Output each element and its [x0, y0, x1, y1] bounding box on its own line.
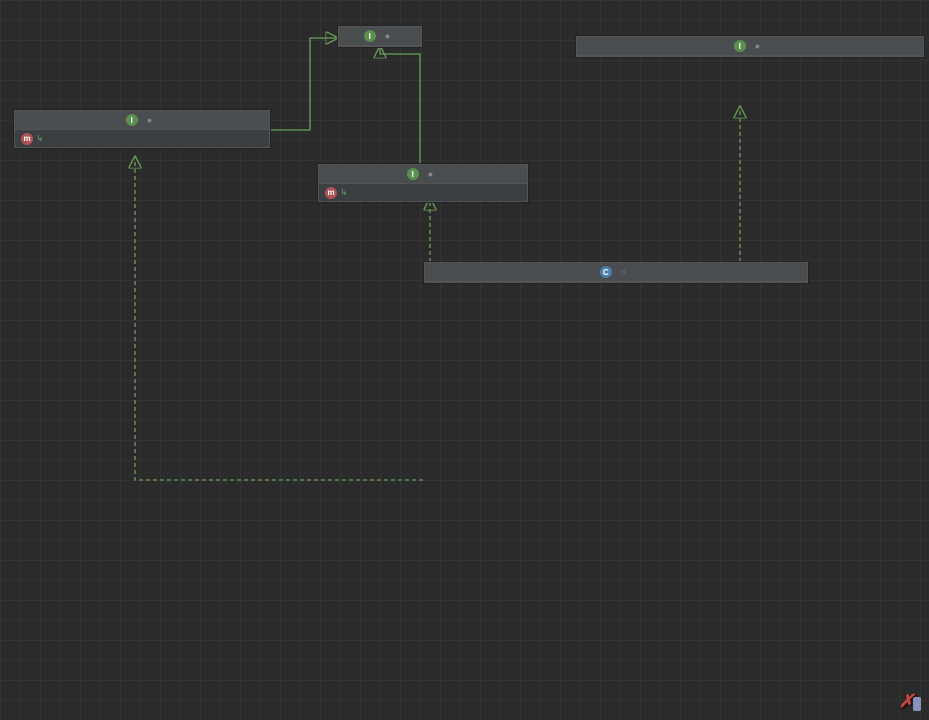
implements-icon: ↳ — [340, 187, 348, 198]
uml-title: I ● — [577, 37, 923, 56]
uml-interface-resourceloaderaware[interactable]: I ● m ↳ — [14, 110, 270, 148]
uml-interface-importbeandefinitionregistrar[interactable]: I ● — [576, 36, 924, 57]
interface-icon: I — [364, 30, 376, 42]
class-icon: C — [600, 266, 612, 278]
watermark-badge — [913, 697, 921, 711]
uml-title: I ● — [319, 165, 527, 184]
uml-members: m ↳ — [15, 130, 269, 147]
interface-icon: I — [126, 114, 138, 126]
uml-interface-aware[interactable]: I ● — [338, 26, 422, 47]
uml-class-feignclientsregistrar[interactable]: C ○ — [424, 262, 808, 283]
uml-title: I ● — [339, 27, 421, 46]
method-icon: m — [325, 187, 337, 199]
uml-title: I ● — [15, 111, 269, 130]
interface-icon: I — [734, 40, 746, 52]
uml-connectors — [0, 0, 929, 720]
implements-icon: ↳ — [36, 133, 44, 144]
watermark: ✗ — [899, 691, 921, 712]
modifier-dot: ● — [385, 31, 390, 41]
member-row[interactable]: m ↳ — [319, 184, 527, 201]
member-row[interactable]: m ↳ — [15, 130, 269, 147]
uml-title: C ○ — [425, 263, 807, 282]
method-icon: m — [21, 133, 33, 145]
uml-members: m ↳ — [319, 184, 527, 201]
interface-icon: I — [407, 168, 419, 180]
uml-interface-environmentaware[interactable]: I ● m ↳ — [318, 164, 528, 202]
